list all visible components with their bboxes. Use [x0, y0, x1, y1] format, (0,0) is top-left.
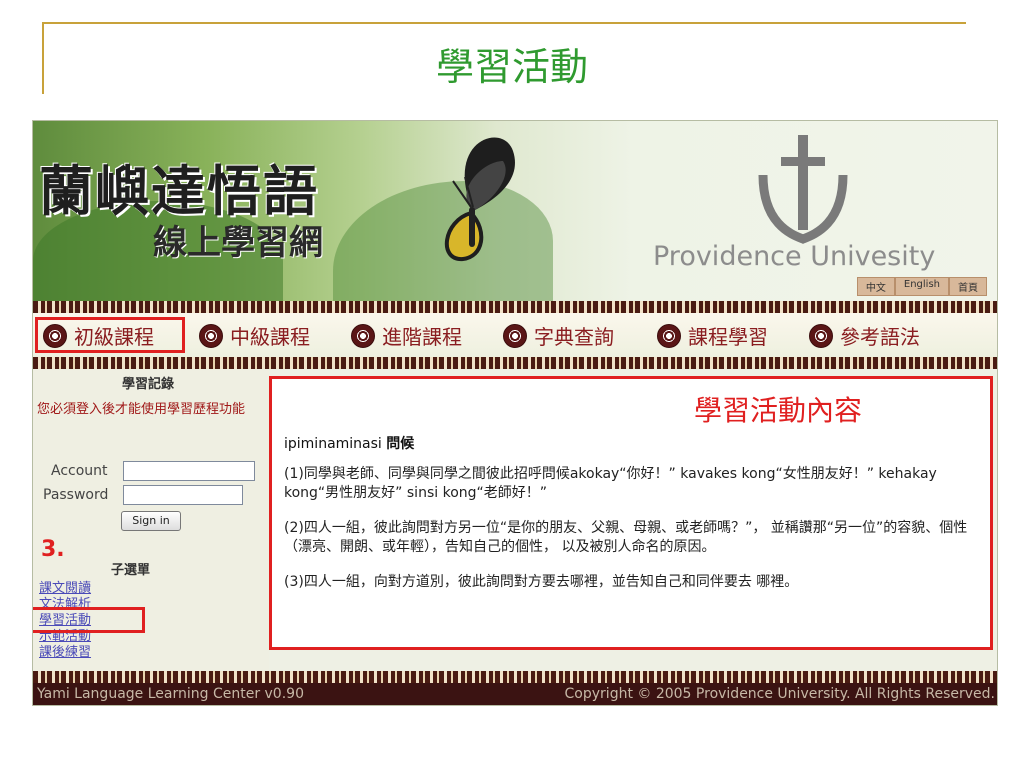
nav-item-reference-grammar[interactable]: 參考語法 [809, 321, 920, 350]
password-input[interactable] [123, 485, 243, 505]
lang-link-english[interactable]: English [894, 277, 949, 296]
main-nav: 初級課程 中級課程 進階課程 字典查詢 課程學習 參考語法 [33, 313, 997, 357]
activity-paragraph-1: (1)同學與老師、同學與同學之間彼此招呼問候akokay“你好！” kavake… [284, 466, 937, 501]
nav-label: 中級課程 [230, 325, 310, 349]
lang-link-home[interactable]: 首頁 [949, 277, 987, 296]
step-number: 3. [41, 537, 65, 562]
language-links: 中文 English 首頁 [856, 277, 987, 296]
bead-border [33, 357, 997, 369]
lang-link-chinese[interactable]: 中文 [856, 277, 895, 296]
heading-word: 問候 [386, 436, 415, 452]
nav-highlight-box [35, 317, 185, 353]
site-banner: 蘭嶼達悟語 線上學習網 Providence Univesity 中文 Engl… [33, 121, 997, 301]
bead-border [33, 301, 997, 313]
account-label: Account [51, 463, 108, 479]
nav-item-advanced[interactable]: 進階課程 [351, 321, 462, 350]
site-subtitle: 線上學習網 [153, 223, 323, 263]
footer-copyright: Copyright © 2005 Providence University. … [564, 686, 995, 702]
password-label: Password [43, 487, 109, 503]
university-name: Providence Univesity [653, 241, 936, 272]
sidebar-title: 學習記錄 [121, 377, 174, 392]
nav-bullet-icon [809, 323, 833, 348]
sidebar: 學習記錄 您必須登入後才能使用學習歷程功能 Account Password S… [33, 369, 269, 679]
slide-top-rule [42, 22, 966, 24]
bead-border [33, 671, 997, 683]
website-screenshot: 蘭嶼達悟語 線上學習網 Providence Univesity 中文 Engl… [32, 120, 998, 706]
slide-title: 學習活動 [435, 45, 588, 89]
heading-term: ipiminaminasi [284, 436, 382, 452]
nav-label: 參考語法 [840, 325, 920, 349]
nav-label: 課程學習 [688, 325, 768, 349]
nav-label: 進階課程 [382, 325, 462, 349]
activity-paragraph-3: (3)四人一組，向對方道別，彼此詢問對方要去哪裡，並告知自己和同伴要去 哪裡。 [284, 574, 799, 590]
content-callout-label: 學習活動內容 [694, 394, 863, 427]
nav-label: 字典查詢 [534, 325, 614, 349]
submenu-link-exercises[interactable]: 課後練習 [39, 645, 91, 661]
nav-bullet-icon [351, 323, 375, 348]
submenu-title: 子選單 [111, 563, 151, 578]
butterfly-illustration [444, 137, 515, 261]
content-heading: ipiminaminasi 問候 [284, 433, 414, 453]
nav-bullet-icon [657, 323, 681, 348]
submenu-link-text-reading[interactable]: 課文閱讀 [39, 581, 91, 597]
activity-content: 學習活動內容 ipiminaminasi 問候 (1)同學與老師、同學與同學之間… [269, 376, 993, 650]
activity-paragraph-2: (2)四人一組，彼此詢問對方另一位“是你的朋友、父親、母親、或老師嗎？”， 並稱… [284, 520, 968, 555]
submenu-highlight-box [33, 607, 145, 633]
site-footer: Yami Language Learning Center v0.90 Copy… [33, 683, 997, 705]
nav-bullet-icon [503, 323, 527, 348]
nav-bullet-icon [199, 323, 223, 348]
nav-item-intermediate[interactable]: 中級課程 [199, 321, 310, 350]
sign-in-button[interactable]: Sign in [121, 511, 181, 531]
university-logo [758, 135, 848, 244]
nav-item-course-study[interactable]: 課程學習 [657, 321, 768, 350]
footer-version: Yami Language Learning Center v0.90 [37, 686, 304, 702]
account-input[interactable] [123, 461, 255, 481]
login-message: 您必須登入後才能使用學習歷程功能 [37, 402, 246, 417]
nav-item-dictionary[interactable]: 字典查詢 [503, 321, 614, 350]
